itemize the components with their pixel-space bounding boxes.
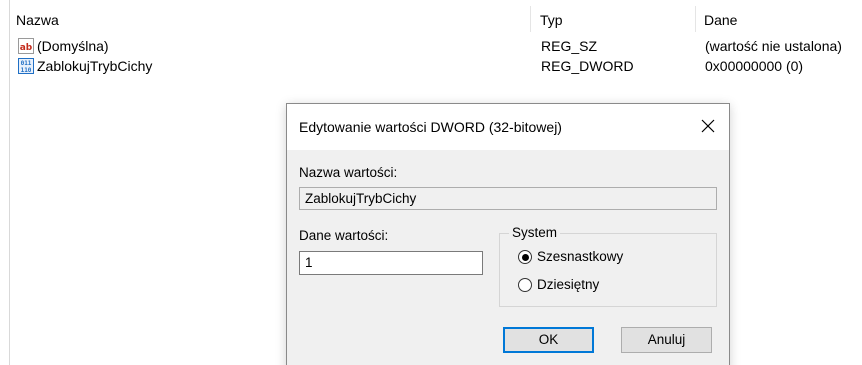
value-name: ZablokujTrybCichy	[37, 58, 153, 74]
column-header-data[interactable]: Dane	[702, 10, 737, 32]
value-name-label: Nazwa wartości:	[299, 165, 398, 180]
radio-hexadecimal[interactable]: Szesnastkowy	[518, 247, 623, 267]
radio-checked-icon	[518, 250, 532, 264]
value-type: REG_SZ	[541, 38, 598, 54]
close-icon	[701, 119, 715, 133]
value-name-field: ZablokujTrybCichy	[299, 187, 717, 210]
base-groupbox	[499, 233, 717, 307]
column-header-type[interactable]: Typ	[538, 10, 563, 32]
value-data-label: Dane wartości:	[299, 228, 389, 243]
radio-decimal[interactable]: Dziesiętny	[518, 275, 599, 295]
value-type: REG_DWORD	[541, 58, 634, 74]
pane-divider[interactable]	[9, 0, 10, 365]
value-data: (wartość nie ustalona)	[705, 38, 842, 54]
value-row-zablokuj[interactable]: 011 110 ZablokujTrybCichy REG_DWORD 0x00…	[18, 56, 862, 76]
ok-button[interactable]: OK	[503, 327, 594, 353]
dialog-titlebar[interactable]: Edytowanie wartości DWORD (32-bitowej)	[287, 104, 729, 150]
value-row-default[interactable]: ab (Domyślna) REG_SZ (wartość nie ustalo…	[18, 36, 862, 56]
radio-label: Dziesiętny	[537, 277, 600, 292]
string-value-icon: ab	[18, 38, 34, 54]
dialog-title: Edytowanie wartości DWORD (32-bitowej)	[299, 119, 562, 135]
value-data: 0x00000000 (0)	[705, 58, 804, 74]
cancel-button[interactable]: Anuluj	[621, 327, 712, 353]
svg-text:110: 110	[21, 67, 32, 74]
value-name: (Domyślna)	[37, 38, 109, 54]
column-separator[interactable]	[530, 6, 531, 32]
column-separator[interactable]	[695, 6, 696, 32]
svg-text:ab: ab	[20, 43, 33, 53]
value-data-input[interactable]: 1	[299, 251, 483, 275]
radio-label: Szesnastkowy	[537, 249, 624, 264]
edit-dword-dialog: Edytowanie wartości DWORD (32-bitowej) N…	[286, 103, 730, 365]
radio-unchecked-icon	[518, 278, 532, 292]
column-header-name[interactable]: Nazwa	[14, 10, 59, 32]
close-button[interactable]	[691, 111, 725, 141]
binary-value-icon: 011 110	[18, 58, 34, 74]
svg-text:011: 011	[21, 60, 32, 67]
base-group-label: System	[509, 224, 561, 242]
